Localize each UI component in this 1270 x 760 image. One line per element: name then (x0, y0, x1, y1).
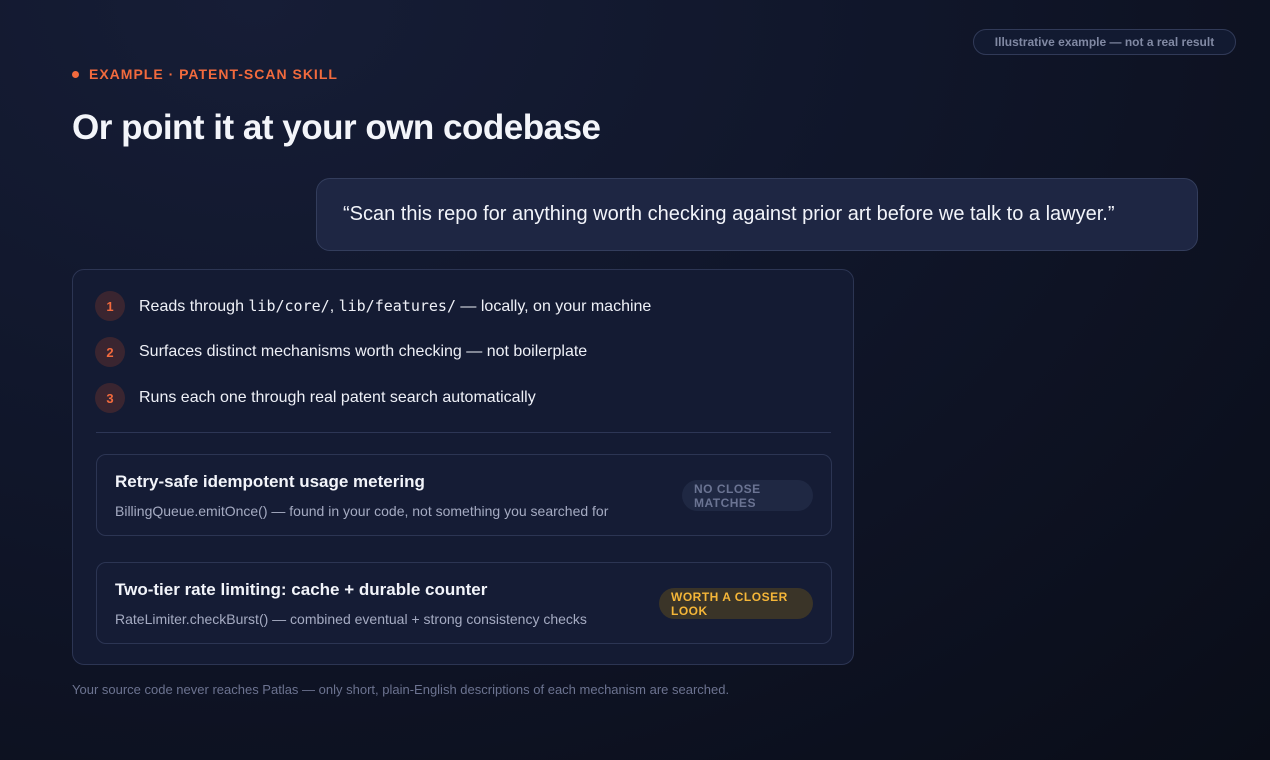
result-subtitle: BillingQueue.emitOnce() — found in your … (115, 503, 609, 519)
result-card[interactable]: Retry-safe idempotent usage metering Bil… (96, 454, 832, 536)
step-3: 3 Runs each one through real patent sear… (95, 383, 536, 413)
step-2: 2 Surfaces distinct mechanisms worth che… (95, 337, 587, 367)
eyebrow-label: EXAMPLE · PATENT-SCAN SKILL (89, 66, 338, 82)
code-path: lib/core/ (248, 296, 330, 315)
result-subtitle: RateLimiter.checkBurst() — combined even… (115, 611, 587, 627)
illustrative-example-badge: Illustrative example — not a real result (973, 29, 1236, 55)
scan-panel: 1 Reads through lib/core/, lib/features/… (72, 269, 854, 665)
divider (96, 432, 831, 433)
bullet-dot-icon (72, 70, 79, 78)
status-badge: WORTH A CLOSER LOOK (659, 588, 813, 619)
result-title: Two-tier rate limiting: cache + durable … (115, 580, 488, 599)
eyebrow: EXAMPLE · PATENT-SCAN SKILL (72, 66, 338, 82)
step-1: 1 Reads through lib/core/, lib/features/… (95, 291, 651, 321)
result-card[interactable]: Two-tier rate limiting: cache + durable … (96, 562, 832, 644)
prompt-bubble: “Scan this repo for anything worth check… (316, 178, 1198, 251)
page-title: Or point it at your own codebase (72, 108, 601, 147)
result-title: Retry-safe idempotent usage metering (115, 472, 425, 491)
status-badge: NO CLOSE MATCHES (682, 480, 813, 511)
step-text: Reads through lib/core/, lib/features/ —… (139, 296, 652, 315)
step-text: Runs each one through real patent search… (139, 389, 536, 406)
step-number: 1 (95, 291, 125, 321)
step-number: 3 (95, 383, 125, 413)
privacy-footnote: Your source code never reaches Patlas — … (72, 682, 730, 697)
code-path: lib/features/ (338, 296, 456, 315)
step-text: Surfaces distinct mechanisms worth check… (139, 343, 588, 360)
step-number: 2 (95, 337, 125, 367)
